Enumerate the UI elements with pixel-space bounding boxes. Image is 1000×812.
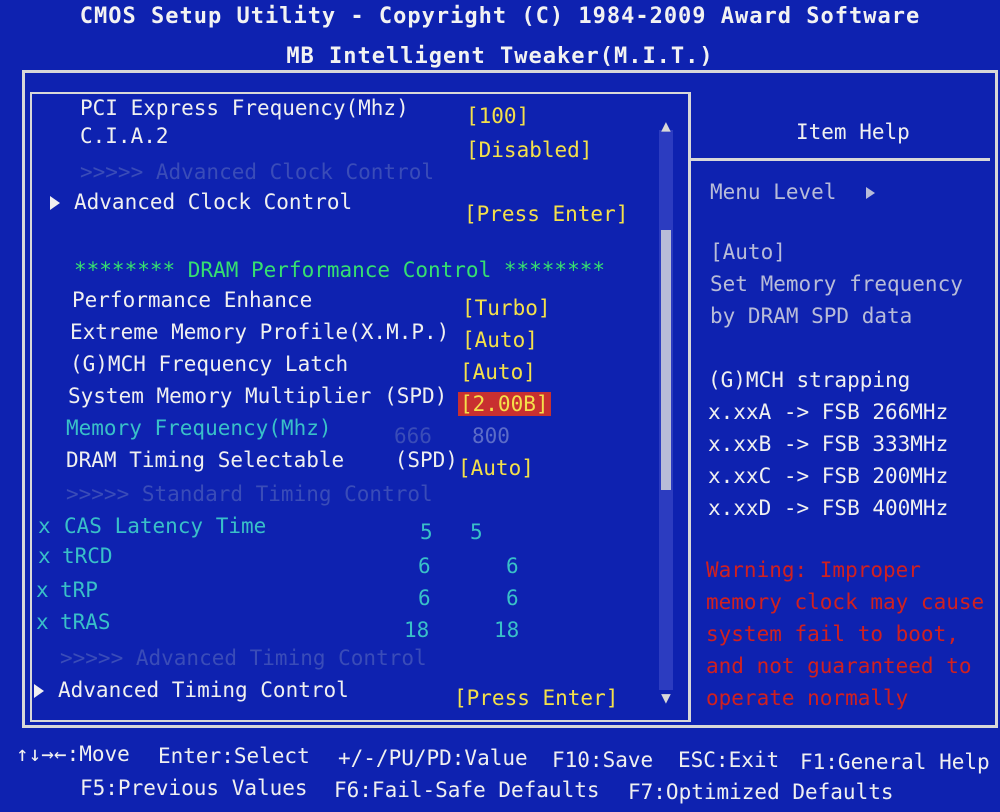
performance-enhance-value[interactable]: [Turbo] — [462, 296, 551, 320]
gmch-strapping-b: x.xxB -> FSB 333MHz — [708, 432, 949, 456]
trp-label: tRP — [60, 578, 98, 602]
footer-value: +/-/PU/PD:Value — [338, 746, 528, 770]
dram-performance-section-title: ******** DRAM Performance Control ******… — [74, 258, 606, 282]
trp-spd: 6 — [418, 586, 431, 610]
footer-previous-values: F5:Previous Values — [80, 776, 308, 800]
memory-frequency-value: 800 — [472, 424, 510, 448]
submenu-arrow-icon — [50, 196, 60, 210]
tras-mark: x — [36, 610, 49, 634]
tras-spd: 18 — [404, 618, 430, 642]
dram-timing-selectable-value[interactable]: [Auto] — [458, 456, 534, 480]
trp-value: 6 — [506, 586, 519, 610]
header-page-title: MB Intelligent Tweaker(M.I.T.) — [286, 44, 714, 69]
trcd-value: 6 — [506, 554, 519, 578]
scroll-up-icon[interactable]: ▲ — [657, 116, 675, 135]
warning-line4: and not guaranteed to — [706, 654, 972, 678]
xmp-value[interactable]: [Auto] — [462, 328, 538, 352]
footer-general-help: F1:General Help — [800, 750, 990, 774]
pci-express-frequency-label: PCI Express Frequency(Mhz) — [80, 96, 409, 120]
memory-frequency-label: Memory Frequency(Mhz) — [66, 416, 332, 440]
gmch-frequency-latch-value[interactable]: [Auto] — [460, 360, 536, 384]
help-auto: [Auto] — [710, 240, 786, 264]
cas-latency-spd: 5 — [420, 520, 433, 544]
tras-label: tRAS — [60, 610, 111, 634]
footer-exit: ESC:Exit — [678, 748, 780, 772]
dram-timing-selectable-label: DRAM Timing Selectable (SPD) — [66, 448, 458, 472]
header-copyright: CMOS Setup Utility - Copyright (C) 1984-… — [79, 4, 921, 29]
gmch-strapping-a: x.xxA -> FSB 266MHz — [708, 400, 949, 424]
cia2-value[interactable]: [Disabled] — [466, 138, 592, 162]
help-description-line1: Set Memory frequency — [710, 272, 963, 296]
cas-latency-mark: x — [38, 514, 51, 538]
trcd-mark: x — [38, 544, 51, 568]
footer-optimized-defaults: F7:Optimized Defaults — [628, 780, 894, 804]
tras-value: 18 — [494, 618, 520, 642]
menu-level-arrow-icon — [866, 187, 876, 199]
advanced-timing-control-header: >>>>> Advanced Timing Control — [60, 646, 427, 670]
warning-line2: memory clock may cause — [706, 590, 985, 614]
advanced-clock-control-header: >>>>> Advanced Clock Control — [80, 160, 435, 184]
bios-screen: CMOS Setup Utility - Copyright (C) 1984-… — [0, 0, 1000, 812]
advanced-clock-control-item[interactable]: Advanced Clock Control — [50, 190, 352, 214]
menu-level: Menu Level — [710, 180, 876, 204]
footer-fail-safe-defaults: F6:Fail-Safe Defaults — [334, 778, 600, 802]
trcd-label: tRCD — [62, 544, 113, 568]
advanced-clock-control-value[interactable]: [Press Enter] — [464, 202, 628, 226]
cas-latency-value: 5 — [470, 520, 483, 544]
footer-save: F10:Save — [552, 748, 654, 772]
item-help-title: Item Help — [796, 120, 910, 144]
advanced-timing-control-item[interactable]: Advanced Timing Control — [34, 678, 349, 702]
gmch-strapping-c: x.xxC -> FSB 200MHz — [708, 464, 949, 488]
memory-frequency-spd: 666 — [394, 424, 432, 448]
advanced-timing-control-value[interactable]: [Press Enter] — [454, 686, 618, 710]
footer-select: Enter:Select — [158, 744, 310, 768]
system-memory-multiplier-value[interactable]: [2.00B] — [458, 392, 551, 416]
trcd-spd: 6 — [418, 554, 431, 578]
submenu-arrow-icon — [34, 684, 44, 698]
system-memory-multiplier-label: System Memory Multiplier (SPD) — [68, 384, 448, 408]
footer-move: ↑↓→←:Move — [16, 742, 130, 766]
gmch-frequency-latch-label: (G)MCH Frequency Latch — [70, 352, 349, 376]
performance-enhance-label: Performance Enhance — [72, 288, 313, 312]
warning-line5: operate normally — [706, 686, 909, 710]
cas-latency-label: CAS Latency Time — [64, 514, 267, 538]
cia2-label: C.I.A.2 — [80, 124, 169, 148]
xmp-label: Extreme Memory Profile(X.M.P.) — [70, 320, 450, 344]
gmch-strapping-d: x.xxD -> FSB 400MHz — [708, 496, 949, 520]
trp-mark: x — [36, 578, 49, 602]
help-description-line2: by DRAM SPD data — [710, 304, 913, 328]
standard-timing-control-header: >>>>> Standard Timing Control — [66, 482, 433, 506]
warning-line1: Warning: Improper — [706, 558, 921, 582]
scroll-down-icon[interactable]: ▼ — [657, 688, 675, 707]
scrollbar-thumb[interactable] — [661, 230, 671, 490]
pci-express-frequency-value[interactable]: [100] — [466, 104, 529, 128]
help-title-divider — [690, 158, 990, 161]
warning-line3: system fail to boot, — [706, 622, 959, 646]
gmch-strapping-title: (G)MCH strapping — [708, 368, 911, 392]
